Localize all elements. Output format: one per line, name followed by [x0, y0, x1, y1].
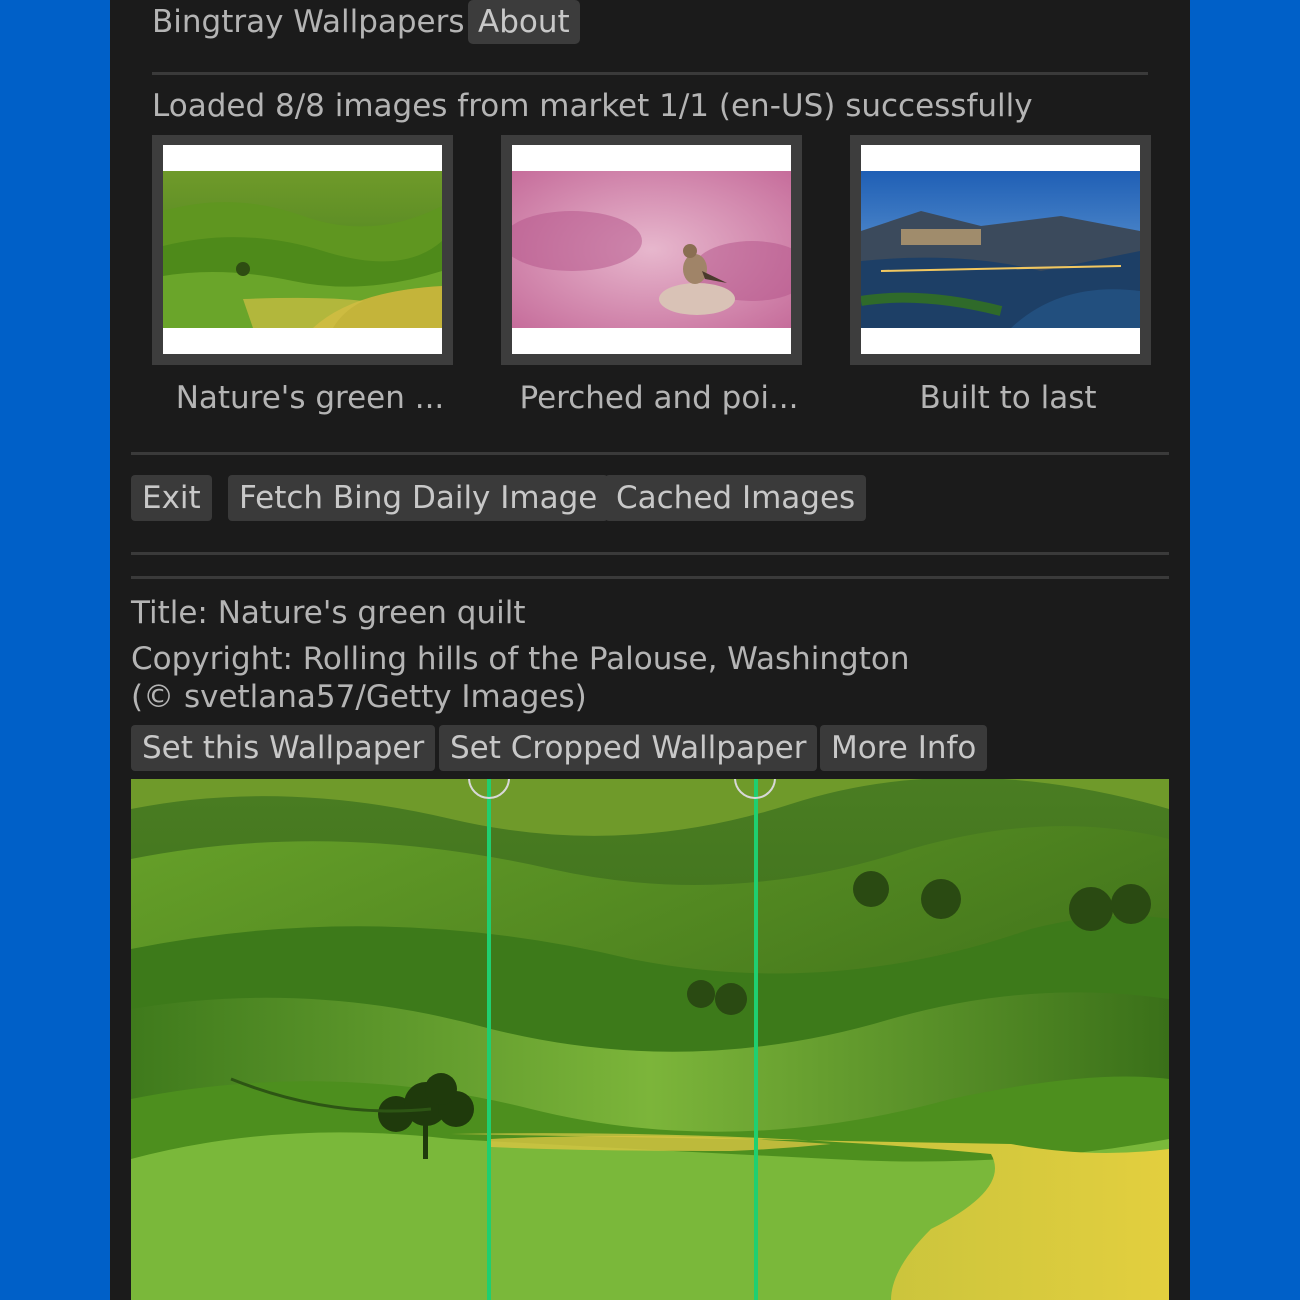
crop-right-guide[interactable] [754, 779, 758, 1300]
rolling-green-hills-image [163, 171, 442, 328]
app-panel: Bingtray Wallpapers About Loaded 8/8 ima… [110, 0, 1190, 1300]
thumbnail-3-image-frame [861, 145, 1140, 354]
rolling-green-hills-preview-image [131, 779, 1169, 1300]
about-menu-button[interactable]: About [468, 0, 580, 44]
crop-left-guide[interactable] [487, 779, 491, 1300]
thumbnail-3-caption: Built to last [919, 380, 1097, 416]
divider [131, 552, 1169, 555]
cached-images-button[interactable]: Cached Images [605, 475, 867, 521]
divider [131, 452, 1169, 455]
wallpaper-title: Title: Nature's green quilt [131, 595, 526, 631]
exit-button[interactable]: Exit [131, 475, 212, 521]
fetch-bing-daily-image-button[interactable]: Fetch Bing Daily Image [228, 475, 609, 521]
thumbnail-1-caption: Nature's green ... [175, 380, 445, 416]
set-wallpaper-button[interactable]: Set this Wallpaper [131, 725, 436, 771]
app-title: Bingtray Wallpapers [152, 4, 465, 40]
status-message: Loaded 8/8 images from market 1/1 (en-US… [152, 88, 1033, 124]
coastal-town-at-dusk-image [861, 171, 1140, 328]
thumbnail-2-caption: Perched and poi... [519, 380, 799, 416]
thumbnail-3[interactable] [850, 135, 1151, 365]
wallpaper-copyright: Copyright: Rolling hills of the Palouse,… [131, 641, 910, 715]
more-info-button[interactable]: More Info [820, 725, 988, 771]
thumbnail-1-image-frame [163, 145, 442, 354]
thumbnail-2[interactable] [501, 135, 802, 365]
set-cropped-wallpaper-button[interactable]: Set Cropped Wallpaper [439, 725, 818, 771]
divider [131, 576, 1169, 579]
divider [152, 72, 1148, 75]
thumbnail-1[interactable] [152, 135, 453, 365]
wallpaper-preview[interactable] [131, 779, 1169, 1300]
bird-on-rock-pink-flowers-image [512, 171, 791, 328]
thumbnail-2-image-frame [512, 145, 791, 354]
